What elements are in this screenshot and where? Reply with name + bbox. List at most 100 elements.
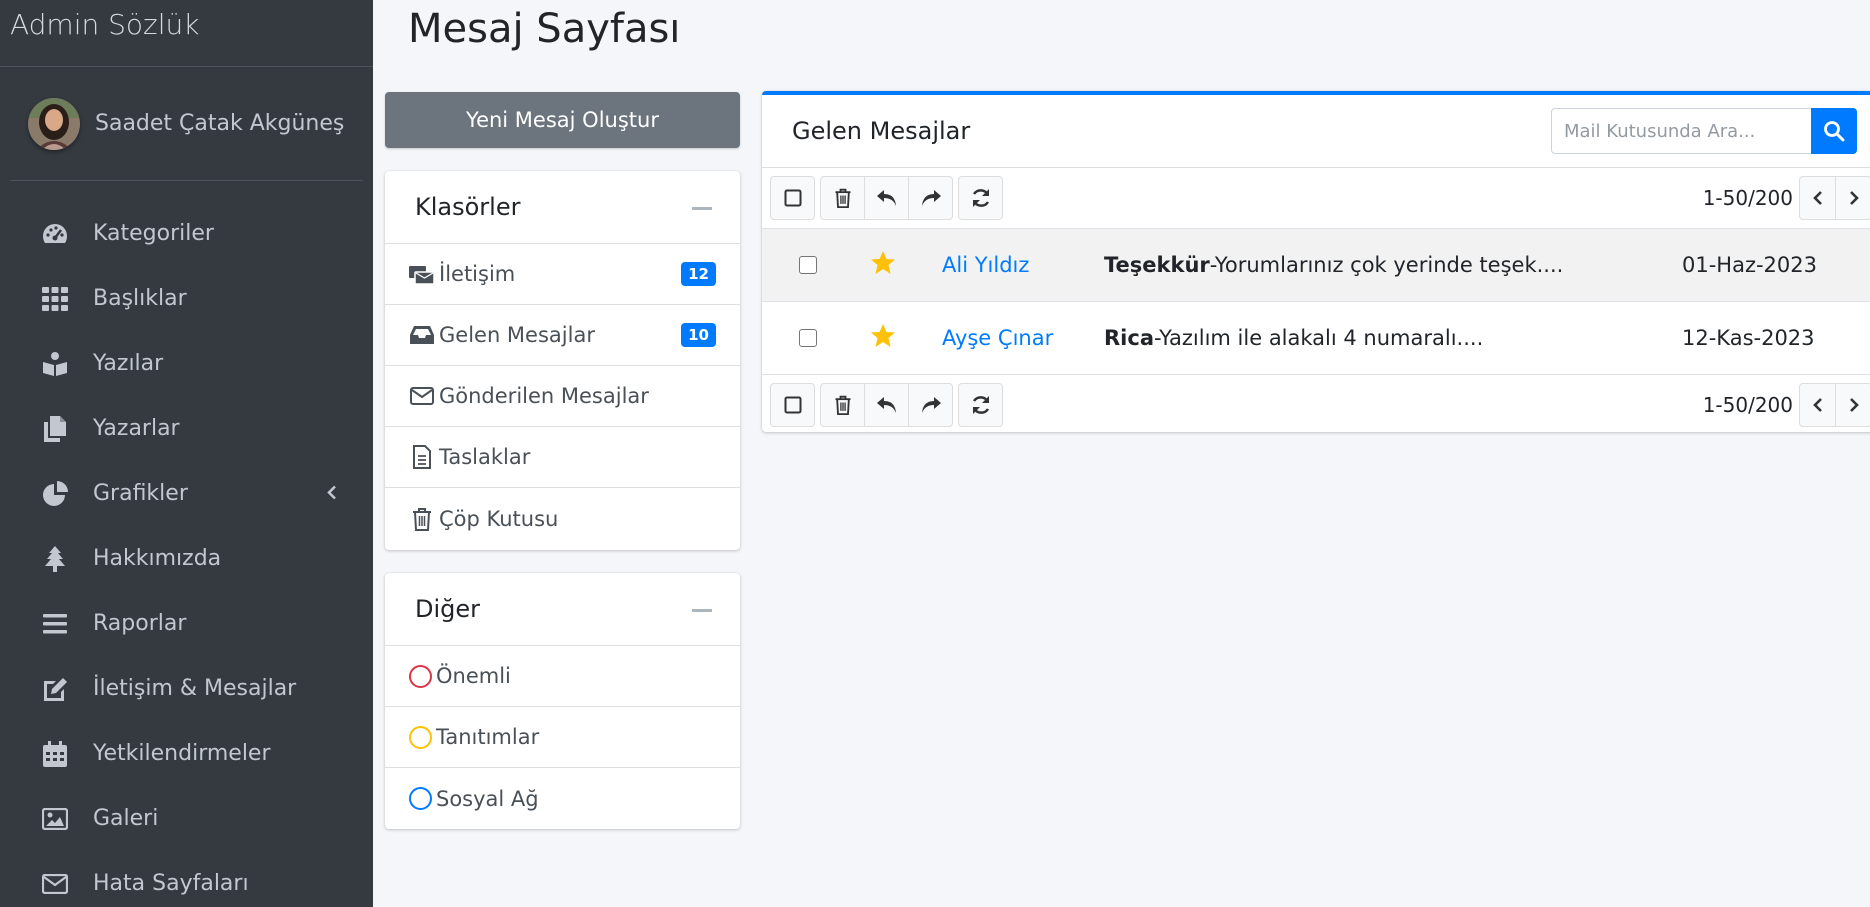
sidebar-item-label: Galeri	[93, 806, 159, 831]
pie-chart-icon	[40, 480, 70, 508]
select-all-button[interactable]	[770, 176, 815, 220]
book-reader-icon	[40, 350, 70, 378]
label-text: Sosyal Ağ	[436, 786, 539, 811]
mailbox-header: Gelen Mesajlar	[762, 95, 1870, 168]
forward-button[interactable]	[908, 382, 953, 427]
calendar-icon	[40, 740, 70, 768]
envelopes-icon	[409, 262, 435, 286]
chevron-right-icon	[1849, 191, 1859, 205]
brand-title[interactable]: Admin Sözlük	[0, 0, 373, 67]
sidebar-item-label: Grafikler	[93, 481, 188, 506]
other-card-header: Diğer	[385, 573, 740, 646]
sidebar-item-label: Başlıklar	[93, 286, 187, 311]
mailbox-toolbar-bottom: 1-50/200	[762, 374, 1870, 434]
sidebar-item-iletisim-mesajlar[interactable]: İletişim & Mesajlar	[0, 656, 373, 721]
folder-label: Gelen Mesajlar	[439, 323, 595, 347]
chevron-left-icon[interactable]	[327, 481, 337, 506]
select-all-button[interactable]	[770, 382, 815, 427]
mail-sender[interactable]: Ali Yıldız	[942, 253, 1029, 277]
folder-iletisim[interactable]: İletişim 12	[385, 244, 740, 305]
user-panel[interactable]: Saadet Çatak Akgüneş	[10, 67, 363, 181]
mail-sender[interactable]: Ayşe Çınar	[942, 326, 1053, 350]
next-page-button[interactable]	[1835, 176, 1870, 220]
page-title: Mesaj Sayfası	[408, 6, 681, 52]
other-card: Diğer Önemli Tanıtımlar Sosyal Ağ	[385, 573, 740, 829]
pagination-text: 1-50/200	[1702, 186, 1793, 210]
sidebar-item-hata-sayfalari[interactable]: Hata Sayfaları	[0, 851, 373, 907]
reply-icon	[876, 396, 896, 413]
mailbox-title: Gelen Mesajlar	[792, 117, 971, 145]
folder-gelen-mesajlar[interactable]: Gelen Mesajlar 10	[385, 305, 740, 366]
sidebar-item-basliklar[interactable]: Başlıklar	[0, 266, 373, 331]
row-checkbox[interactable]	[799, 329, 817, 347]
envelope-icon	[409, 384, 435, 408]
tree-icon	[40, 545, 70, 573]
trash-icon	[835, 395, 850, 415]
label-tanitimlar[interactable]: Tanıtımlar	[385, 707, 740, 768]
refresh-wrapper	[958, 176, 1003, 220]
table-row[interactable]: Ali Yıldız Teşekkür-Yorumlarınız çok yer…	[762, 228, 1870, 301]
star-icon[interactable]	[870, 250, 896, 280]
unread-badge: 10	[681, 323, 716, 347]
row-checkbox[interactable]	[799, 256, 817, 274]
trash-icon	[409, 507, 435, 531]
sidebar: Admin Sözlük Saadet Çatak Akgüneş Katego…	[0, 0, 373, 907]
sidebar-item-yazilar[interactable]: Yazılar	[0, 331, 373, 396]
delete-button[interactable]	[820, 176, 865, 220]
sidebar-item-hakkimizda[interactable]: Hakkımızda	[0, 526, 373, 591]
collapse-icon[interactable]	[692, 207, 712, 210]
grid-icon	[40, 285, 70, 313]
forward-button[interactable]	[908, 176, 953, 220]
sidebar-item-raporlar[interactable]: Raporlar	[0, 591, 373, 656]
pagination-buttons	[1799, 176, 1870, 220]
sidebar-item-grafikler[interactable]: Grafikler	[0, 461, 373, 526]
pagination-text: 1-50/200	[1702, 393, 1793, 417]
prev-page-button[interactable]	[1799, 383, 1836, 427]
prev-page-button[interactable]	[1799, 176, 1836, 220]
mail-preview: -Yazılım ile alakalı 4 numaralı....	[1154, 326, 1484, 350]
sidebar-item-yazarlar[interactable]: Yazarlar	[0, 396, 373, 461]
delete-button[interactable]	[820, 382, 865, 427]
pagination: 1-50/200	[1703, 383, 1870, 427]
circle-icon	[409, 664, 432, 688]
compose-button[interactable]: Yeni Mesaj Oluştur	[385, 92, 740, 148]
next-page-button[interactable]	[1835, 383, 1870, 427]
avatar[interactable]	[28, 97, 80, 150]
sidebar-item-label: İletişim & Mesajlar	[93, 676, 297, 701]
folder-cop-kutusu[interactable]: Çöp Kutusu	[385, 488, 740, 549]
sidebar-item-yetkilendirmeler[interactable]: Yetkilendirmeler	[0, 721, 373, 786]
refresh-button[interactable]	[958, 176, 1003, 220]
mail-subject[interactable]: Rica-Yazılım ile alakalı 4 numaralı....	[1104, 326, 1483, 350]
folder-label: İletişim	[439, 262, 516, 286]
folders-card-header: Klasörler	[385, 171, 740, 244]
mail-subject[interactable]: Teşekkür-Yorumlarınız çok yerinde teşek.…	[1104, 253, 1563, 277]
reply-icon	[876, 190, 896, 206]
user-name[interactable]: Saadet Çatak Akgüneş	[95, 111, 344, 136]
mailbox-search	[1551, 108, 1857, 154]
label-onemli[interactable]: Önemli	[385, 646, 740, 707]
pagination: 1-50/200	[1703, 176, 1870, 220]
sidebar-item-label: Hata Sayfaları	[93, 871, 249, 896]
label-sosyal-ag[interactable]: Sosyal Ağ	[385, 768, 740, 829]
folder-taslaklar[interactable]: Taslaklar	[385, 427, 740, 488]
table-row[interactable]: Ayşe Çınar Rica-Yazılım ile alakalı 4 nu…	[762, 301, 1870, 374]
reply-button[interactable]	[864, 382, 909, 427]
collapse-icon[interactable]	[692, 609, 712, 612]
pagination-buttons	[1799, 383, 1870, 427]
sidebar-item-galeri[interactable]: Galeri	[0, 786, 373, 851]
sidebar-nav: Kategoriler Başlıklar Yazılar Yazarlar G…	[0, 181, 373, 907]
search-button[interactable]	[1811, 108, 1857, 154]
sidebar-item-kategoriler[interactable]: Kategoriler	[0, 201, 373, 266]
folder-gonderilen-mesajlar[interactable]: Gönderilen Mesajlar	[385, 366, 740, 427]
label-text: Tanıtımlar	[436, 725, 540, 749]
edit-icon	[40, 675, 70, 703]
search-input[interactable]	[1551, 108, 1811, 154]
sidebar-item-label: Kategoriler	[93, 221, 214, 246]
star-icon[interactable]	[870, 323, 896, 353]
mailbox-toolbar-top: 1-50/200	[762, 168, 1870, 228]
reply-button[interactable]	[864, 176, 909, 220]
checkbox-icon	[784, 396, 801, 413]
refresh-button[interactable]	[958, 382, 1003, 427]
image-icon	[40, 805, 70, 833]
envelope-icon	[40, 870, 70, 898]
